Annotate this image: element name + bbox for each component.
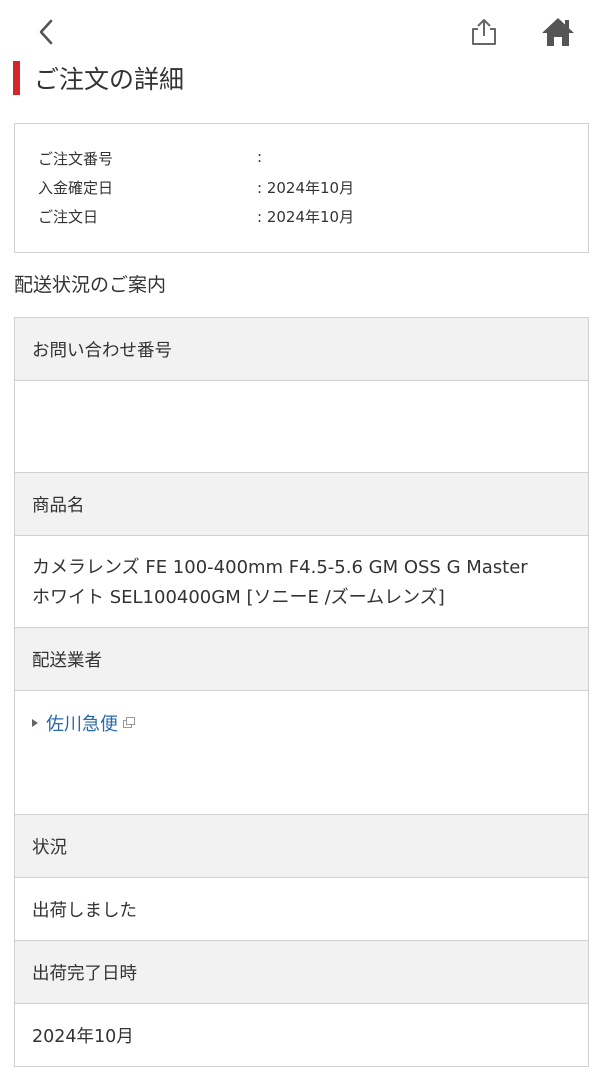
product-name-line1: カメラレンズ FE 100-400mm F4.5-5.6 GM OSS G Ma… [32, 557, 528, 578]
title-accent-bar [13, 61, 20, 95]
payment-date-row: 入金確定日 : 2024年10月 [38, 177, 588, 206]
carrier-header: 配送業者 [15, 628, 588, 691]
page-title-block: ご注文の詳細 [13, 60, 184, 96]
carrier-cell: 佐川急便 [15, 691, 588, 815]
order-number-row: ご注文番号 : [38, 148, 588, 177]
page-title: ご注文の詳細 [34, 65, 185, 94]
top-nav-bar [0, 0, 604, 60]
chevron-left-icon [39, 19, 53, 45]
product-name-line2: ホワイト SEL100400GM [ソニーE /ズームレンズ] [32, 587, 445, 608]
shipping-status-heading: 配送状況のご案内 [14, 274, 167, 296]
inquiry-number-value [15, 381, 588, 473]
order-date-row: ご注文日 : 2024年10月 [38, 206, 588, 235]
triangle-bullet-icon [32, 719, 38, 727]
home-button[interactable] [538, 12, 578, 52]
share-icon [472, 19, 496, 45]
external-window-icon [123, 717, 137, 729]
product-name-cell: カメラレンズ FE 100-400mm F4.5-5.6 GM OSS G Ma… [15, 536, 588, 628]
carrier-name: 佐川急便 [46, 714, 118, 735]
status-value: 出荷しました [15, 878, 588, 941]
payment-date-value: : 2024年10月 [257, 179, 355, 197]
back-button[interactable] [30, 14, 62, 50]
order-date-value: : 2024年10月 [257, 208, 355, 226]
carrier-link[interactable]: 佐川急便 [32, 710, 137, 736]
shipped-datetime-value: 2024年10月 [15, 1004, 588, 1066]
order-number-value: : [257, 148, 263, 166]
order-summary-box: ご注文番号 : 入金確定日 : 2024年10月 ご注文日 : 2024年10月 [14, 123, 589, 253]
home-icon [542, 18, 574, 46]
shipped-datetime-header: 出荷完了日時 [15, 941, 588, 1004]
status-header: 状況 [15, 815, 588, 878]
shipping-info-table: お問い合わせ番号 商品名 カメラレンズ FE 100-400mm F4.5-5.… [14, 317, 589, 1067]
product-name-header: 商品名 [15, 473, 588, 536]
inquiry-number-header: お問い合わせ番号 [15, 318, 588, 381]
order-date-label: ご注文日 [38, 208, 99, 226]
share-button[interactable] [466, 14, 502, 50]
payment-date-label: 入金確定日 [38, 179, 114, 197]
order-number-label: ご注文番号 [38, 150, 114, 168]
